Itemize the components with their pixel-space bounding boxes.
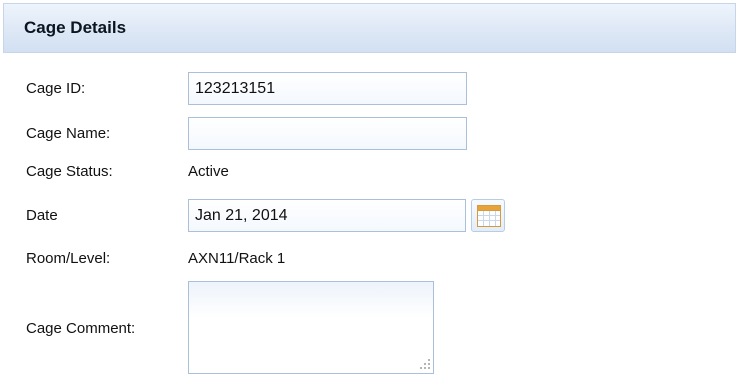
resize-grip-icon[interactable] — [417, 357, 431, 371]
cage-id-input[interactable] — [188, 72, 467, 105]
date-input[interactable] — [188, 199, 466, 232]
cage-name-input[interactable] — [188, 117, 467, 150]
panel-title: Cage Details — [24, 18, 127, 37]
cage-name-label: Cage Name: — [26, 125, 111, 142]
room-level-value: AXN11/Rack 1 — [188, 250, 286, 267]
cage-comment-label: Cage Comment: — [26, 320, 136, 337]
cage-details-panel: Cage Details Cage ID: Cage Name: Cage St… — [0, 0, 739, 379]
room-level-label: Room/Level: — [26, 250, 111, 267]
cage-id-label: Cage ID: — [26, 80, 86, 97]
date-label: Date — [26, 207, 58, 224]
cage-status-label: Cage Status: — [26, 163, 113, 180]
calendar-icon — [477, 205, 501, 227]
cage-status-value: Active — [188, 163, 229, 180]
date-picker-button[interactable] — [471, 199, 505, 232]
cage-comment-textarea[interactable] — [188, 281, 434, 374]
panel-header: Cage Details — [3, 3, 736, 53]
